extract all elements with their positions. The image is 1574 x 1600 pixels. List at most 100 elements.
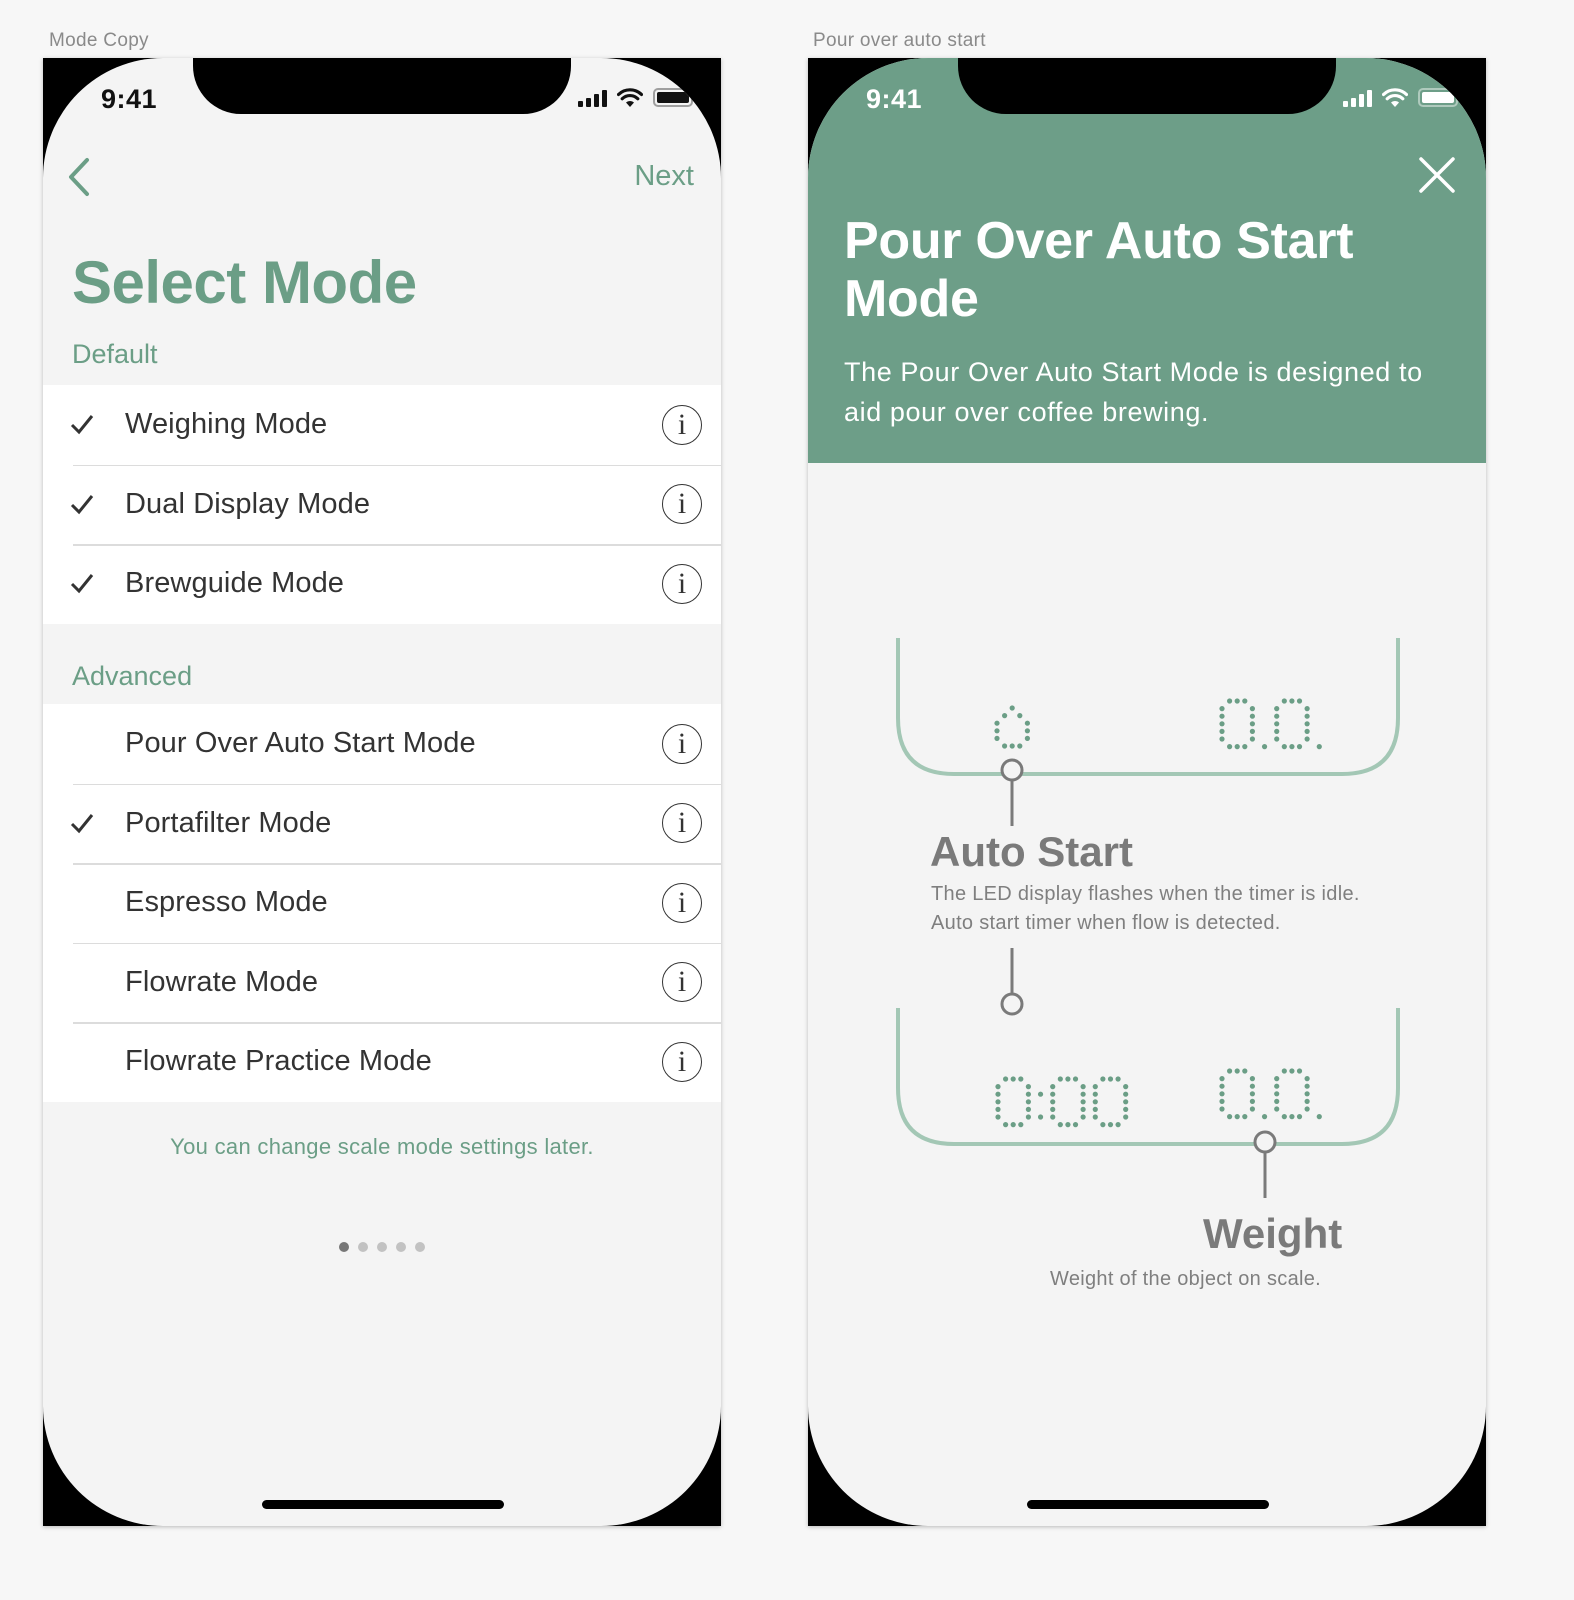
- info-icon[interactable]: i: [662, 882, 702, 923]
- callout-anchor-weight: [1253, 1130, 1277, 1154]
- led-dot: [1249, 1076, 1255, 1082]
- mode-label: Espresso Mode: [125, 886, 328, 919]
- scale-outline-top: [896, 638, 1400, 776]
- page-dot[interactable]: [396, 1242, 406, 1252]
- led-dot: [1123, 1084, 1129, 1090]
- led-dot: [1065, 1122, 1071, 1128]
- page-dot[interactable]: [339, 1242, 349, 1252]
- led-dot: [1003, 1076, 1009, 1082]
- callout-text-auto-start: The LED display flashes when the timer i…: [931, 880, 1360, 938]
- info-icon[interactable]: i: [662, 803, 702, 844]
- led-dot: [1304, 1098, 1310, 1104]
- led-dot: [1115, 1122, 1121, 1128]
- led-dot: [1261, 744, 1268, 750]
- callout-anchor-timer: [1000, 992, 1024, 1016]
- led-dot: [1227, 1114, 1233, 1120]
- led-dot: [1092, 1084, 1098, 1090]
- led-dot: [1092, 1091, 1098, 1097]
- led-dot: [1219, 1083, 1225, 1089]
- led-weight-readout-bottom: [1219, 1068, 1322, 1120]
- led-dot: [1281, 698, 1287, 704]
- led-dot: [1219, 1076, 1225, 1082]
- led-dot: [1304, 728, 1310, 735]
- led-dot: [1304, 1076, 1310, 1082]
- led-dot: [1002, 743, 1008, 749]
- led-dot: [1092, 1114, 1098, 1120]
- led-dot: [1080, 1106, 1086, 1112]
- led-dot: [1115, 1076, 1121, 1082]
- led-dot: [1025, 1099, 1031, 1105]
- led-dot: [1304, 736, 1310, 742]
- artboard-label-mode-copy: Mode Copy: [49, 30, 149, 51]
- led-drop-icon: [994, 705, 1030, 749]
- next-button[interactable]: Next: [634, 160, 694, 193]
- led-dot: [1296, 744, 1303, 750]
- page-indicator[interactable]: [339, 1242, 425, 1252]
- led-dot: [1234, 1068, 1240, 1074]
- led-dot: [1065, 1076, 1071, 1082]
- scale-top: [896, 638, 1400, 826]
- led-dot: [995, 1099, 1001, 1105]
- mode-row-flowrate-practice[interactable]: Flowrate Practice Mode i: [43, 1022, 721, 1102]
- home-indicator[interactable]: [262, 1500, 504, 1509]
- info-icon[interactable]: i: [662, 723, 702, 764]
- page-dot[interactable]: [358, 1242, 368, 1252]
- led-dot: [1274, 736, 1280, 742]
- led-dot: [1304, 713, 1310, 719]
- page-dot[interactable]: [415, 1242, 425, 1252]
- led-dot: [1304, 1091, 1310, 1097]
- led-dot: [1050, 1099, 1056, 1105]
- led-dot: [1123, 1099, 1129, 1105]
- led-dot: [1025, 1091, 1031, 1097]
- led-dot: [1234, 698, 1240, 704]
- led-dot: [994, 735, 1000, 742]
- info-icon[interactable]: i: [662, 563, 702, 604]
- info-icon[interactable]: i: [662, 404, 702, 445]
- led-dot: [1249, 1091, 1255, 1097]
- phone-select-mode: 9:41 Next Select Mode Default Weighing M…: [43, 58, 721, 1526]
- checkmark-icon: [70, 813, 94, 833]
- led-dot: [1281, 1114, 1287, 1120]
- mode-row-dual-display[interactable]: Dual Display Mode i: [43, 464, 721, 545]
- footnote-text: You can change scale mode settings later…: [170, 1134, 594, 1159]
- checkmark-icon: [70, 574, 94, 594]
- info-icon[interactable]: i: [662, 1041, 702, 1082]
- led-dot: [1003, 1122, 1009, 1128]
- section-header-default: Default: [72, 339, 158, 369]
- page-dot[interactable]: [377, 1242, 387, 1252]
- led-dot: [1080, 1091, 1086, 1097]
- led-dot: [1249, 728, 1255, 735]
- back-button[interactable]: [65, 156, 95, 198]
- led-dot: [1234, 1114, 1240, 1120]
- led-dot: [1249, 721, 1255, 727]
- checkmark-icon: [70, 494, 94, 514]
- led-dot: [1219, 728, 1225, 735]
- led-dot: [1123, 1091, 1129, 1097]
- mode-label: Weighing Mode: [125, 408, 328, 441]
- select-mode-screen: 9:41 Next Select Mode Default Weighing M…: [43, 58, 721, 1526]
- home-indicator[interactable]: [1027, 1500, 1269, 1509]
- led-dot: [1296, 1068, 1303, 1074]
- led-dot: [1274, 713, 1280, 719]
- led-dot: [1100, 1076, 1106, 1082]
- led-dot: [1274, 728, 1280, 735]
- mode-row-espresso[interactable]: Espresso Mode i: [43, 863, 721, 943]
- section-header-advanced: Advanced: [72, 661, 193, 691]
- callout-line: The LED display flashes when the timer i…: [931, 883, 1360, 905]
- led-dot: [1227, 1068, 1233, 1074]
- mode-label: Dual Display Mode: [125, 487, 371, 520]
- mode-row-pour-over-auto-start[interactable]: Pour Over Auto Start Mode i: [43, 704, 721, 784]
- led-dot: [1274, 1076, 1280, 1082]
- info-icon[interactable]: i: [662, 962, 702, 1003]
- led-dot: [1274, 706, 1280, 712]
- mode-row-portafilter[interactable]: Portafilter Mode i: [43, 783, 721, 864]
- mode-row-brewguide[interactable]: Brewguide Mode i: [43, 544, 721, 624]
- led-dot: [1080, 1084, 1086, 1090]
- led-dot: [1050, 1091, 1056, 1097]
- led-dot: [1289, 1114, 1295, 1120]
- mode-row-flowrate[interactable]: Flowrate Mode i: [43, 942, 721, 1023]
- led-dot: [1024, 735, 1030, 742]
- mode-row-weighing[interactable]: Weighing Mode i: [43, 385, 721, 465]
- led-dot: [1227, 698, 1233, 704]
- info-icon[interactable]: i: [662, 484, 702, 525]
